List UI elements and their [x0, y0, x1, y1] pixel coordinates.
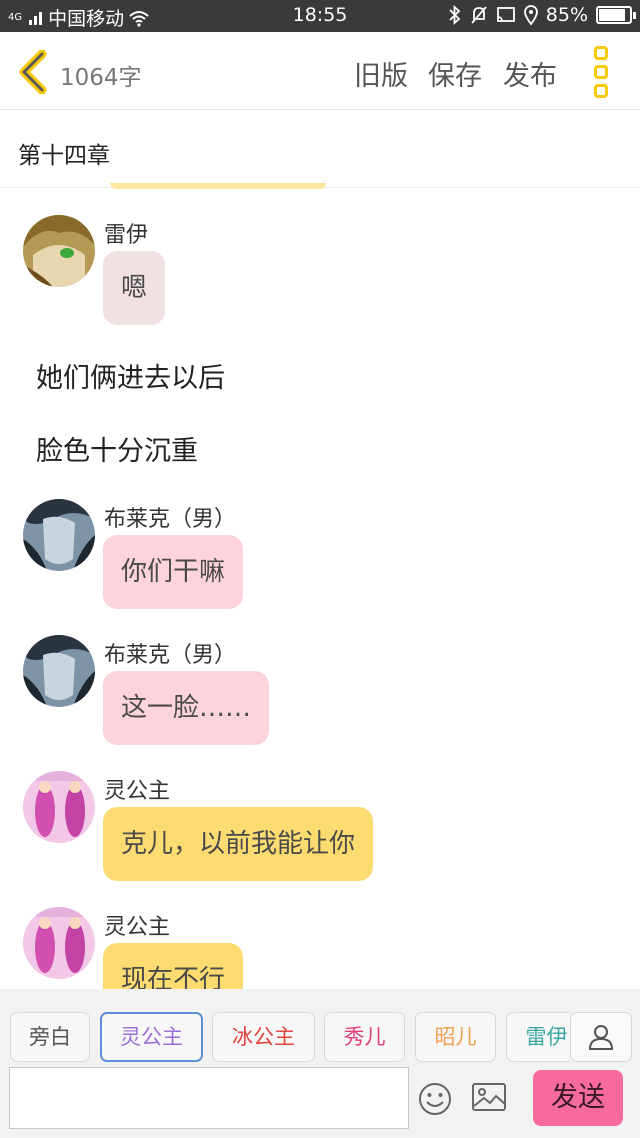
role-tab-bing-gongzhu[interactable]: 冰公主: [212, 1012, 315, 1062]
message-bubble[interactable]: 你们干嘛: [103, 535, 244, 609]
avatar[interactable]: [23, 907, 95, 979]
speaker-name: 雷伊: [104, 223, 149, 248]
more-vertical-icon[interactable]: [594, 46, 614, 98]
role-tab-xiuer[interactable]: 秀儿: [324, 1012, 405, 1062]
chevron-left-icon[interactable]: [14, 50, 54, 94]
word-count: 1064字: [60, 65, 142, 91]
status-bar: 4G 中国移动 18:55 85%: [0, 0, 640, 32]
avatar[interactable]: [23, 215, 95, 287]
chapter-bar[interactable]: 第十四章: [0, 110, 640, 188]
send-button[interactable]: 发送: [533, 1070, 623, 1126]
avatar[interactable]: [23, 635, 95, 707]
role-tab-leiyi[interactable]: 雷伊: [506, 1012, 570, 1062]
battery-icon: [596, 6, 636, 24]
chat-area[interactable]: 雷伊 嗯 她们俩进去以后 脸色十分沉重 布莱克（男） 你们干嘛 布莱克（男） 这…: [0, 189, 640, 989]
narration-text[interactable]: 她们俩进去以后: [36, 356, 225, 395]
old-version-button[interactable]: 旧版: [354, 54, 408, 93]
role-list[interactable]: 旁白 灵公主 冰公主 秀儿 昭儿 雷伊: [10, 1012, 570, 1062]
speaker-name: 布莱克（男）: [104, 507, 237, 532]
message-input[interactable]: [9, 1067, 409, 1129]
role-selector: 旁白 灵公主 冰公主 秀儿 昭儿 雷伊: [0, 989, 640, 1065]
input-bar: 发送: [0, 1065, 640, 1138]
smiley-icon[interactable]: [418, 1082, 452, 1116]
editor-header: 1064字 旧版 保存 发布: [0, 32, 640, 110]
role-tab-ling-gongzhu[interactable]: 灵公主: [100, 1012, 203, 1062]
message-bubble[interactable]: 嗯: [103, 251, 166, 325]
cast-icon: [496, 7, 515, 22]
speaker-name: 布莱克（男）: [104, 643, 237, 668]
speaker-name: 灵公主: [104, 915, 171, 940]
message-bubble[interactable]: 现在不行: [103, 943, 244, 989]
location-icon: [523, 5, 538, 25]
role-tab-narrator[interactable]: 旁白: [10, 1012, 90, 1062]
avatar[interactable]: [23, 771, 95, 843]
person-icon[interactable]: [570, 1012, 632, 1062]
avatar[interactable]: [23, 499, 95, 571]
message-bubble[interactable]: 这一脸……: [103, 671, 270, 745]
role-tab-zhaoer[interactable]: 昭儿: [415, 1012, 496, 1062]
battery-percent: 85%: [545, 4, 588, 26]
chapter-title: 第十四章: [18, 143, 110, 169]
publish-button[interactable]: 发布: [503, 54, 557, 93]
bluetooth-icon: [449, 5, 461, 25]
image-icon[interactable]: [471, 1082, 507, 1112]
mute-bell-icon: [471, 6, 487, 24]
speaker-name: 灵公主: [104, 779, 171, 804]
save-button[interactable]: 保存: [428, 54, 482, 93]
message-bubble[interactable]: 克儿，以前我能让你: [103, 807, 374, 881]
narration-text[interactable]: 脸色十分沉重: [36, 429, 198, 468]
